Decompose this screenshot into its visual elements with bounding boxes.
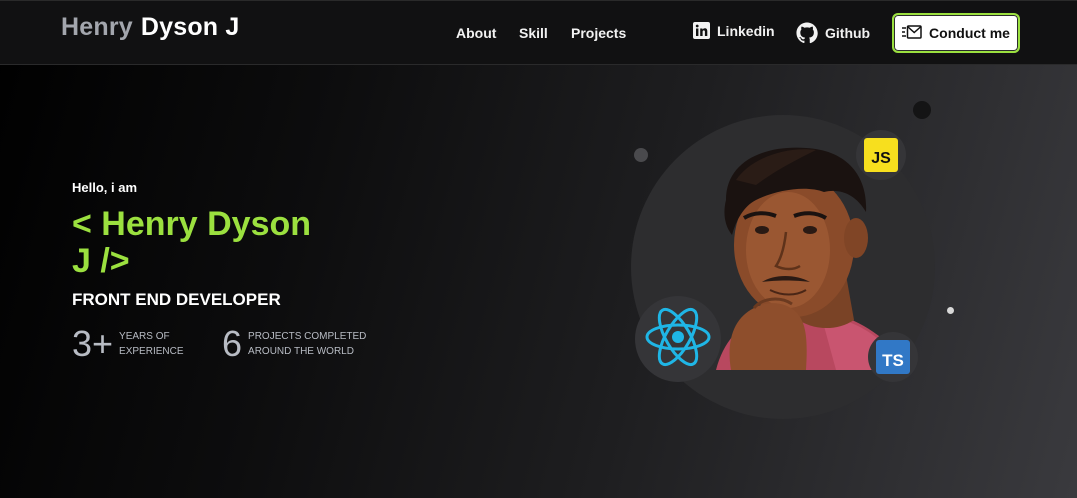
linkedin-icon — [693, 22, 710, 39]
brand-first-name: Henry — [61, 13, 133, 41]
hero-greeting: Hello, i am — [72, 180, 138, 195]
linkedin-label: Linkedin — [717, 22, 775, 39]
brand-logo[interactable]: Henry Dyson J — [61, 13, 240, 42]
typescript-badge: TS — [868, 332, 918, 382]
nav-about[interactable]: About — [456, 25, 496, 41]
stat-projects-label: PROJECTS COMPLETED AROUND THE WORLD — [248, 329, 366, 359]
nav-skill[interactable]: Skill — [519, 25, 548, 41]
mail-icon — [902, 24, 922, 42]
javascript-badge: JS — [856, 130, 906, 180]
stat-experience: 3+ YEARS OF EXPERIENCE — [72, 324, 184, 364]
javascript-icon-label: JS — [871, 150, 891, 167]
brand-last-name: Dyson J — [140, 13, 240, 41]
react-badge — [635, 296, 721, 382]
contact-button-label: Conduct me — [929, 25, 1010, 41]
react-icon — [643, 306, 713, 373]
decor-dot — [947, 307, 954, 314]
linkedin-link[interactable]: Linkedin — [693, 22, 775, 39]
stat-experience-line1: YEARS OF — [119, 331, 170, 342]
nav-projects[interactable]: Projects — [571, 25, 626, 41]
stat-projects-line2: AROUND THE WORLD — [248, 346, 354, 357]
stat-experience-value: 3+ — [72, 323, 114, 364]
javascript-icon: JS — [864, 138, 898, 172]
typescript-icon: TS — [876, 340, 910, 374]
typescript-icon-label: TS — [882, 351, 904, 370]
github-label: Github — [825, 25, 871, 41]
site-header: Henry Dyson J About Skill Projects Linke… — [0, 0, 1077, 65]
github-icon — [796, 22, 818, 44]
github-link[interactable]: Github — [796, 22, 870, 44]
decor-dot — [634, 148, 648, 162]
stat-projects-line1: PROJECTS COMPLETED — [248, 331, 367, 342]
hero-name: < Henry Dyson J /> — [72, 205, 312, 280]
stat-projects-value: 6 — [222, 323, 243, 364]
stat-experience-label: YEARS OF EXPERIENCE — [119, 329, 183, 359]
hero-role: FRONT END DEVELOPER — [72, 290, 281, 309]
stat-projects: 6 PROJECTS COMPLETED AROUND THE WORLD — [222, 324, 366, 364]
profile-photo — [696, 140, 884, 370]
contact-button[interactable]: Conduct me — [892, 13, 1020, 53]
decor-dot — [913, 101, 931, 119]
stat-experience-line2: EXPERIENCE — [119, 346, 184, 357]
